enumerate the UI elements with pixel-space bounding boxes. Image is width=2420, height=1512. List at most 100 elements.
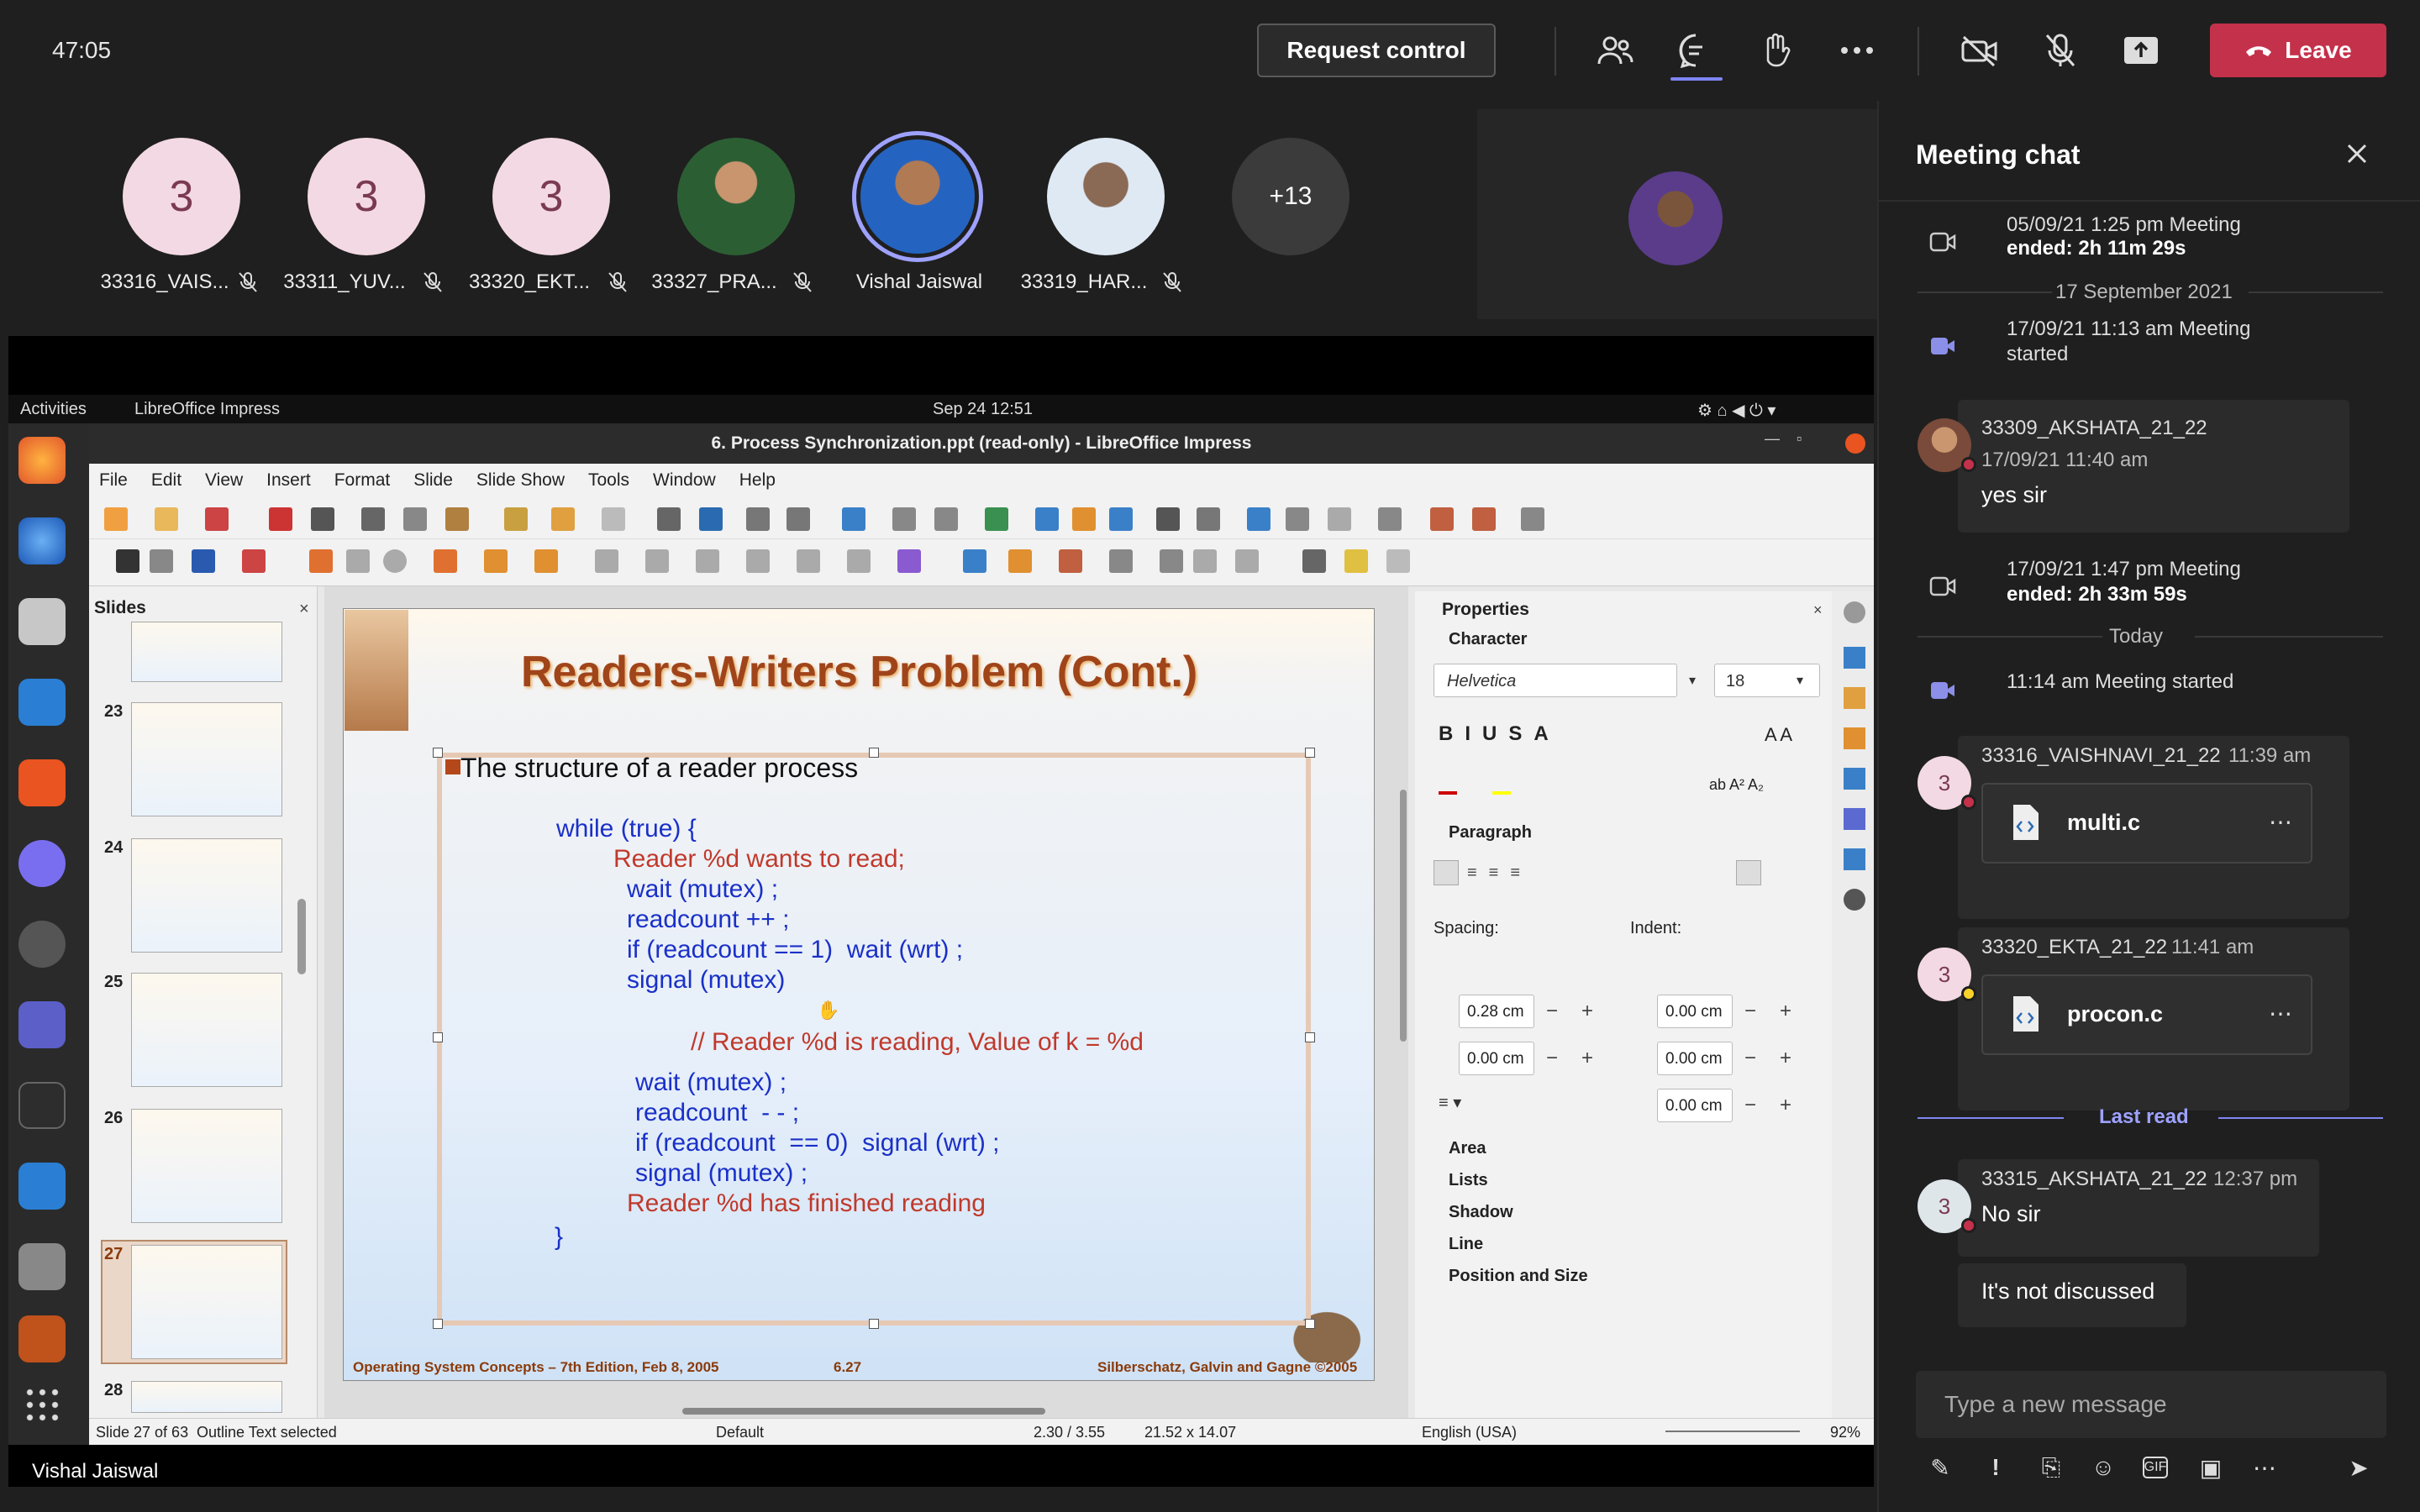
table-icon[interactable] [985, 507, 1008, 531]
selection-handle[interactable] [869, 1319, 879, 1329]
stepper-buttons[interactable]: −+ [1744, 1094, 1815, 1117]
display-views-icon[interactable] [786, 507, 810, 531]
curve-icon[interactable] [484, 549, 508, 573]
raise-hand-icon[interactable] [1754, 29, 1798, 72]
participant-avatar[interactable]: 3 [308, 138, 425, 255]
lists-section-title[interactable]: Lists [1449, 1171, 1488, 1190]
file-more-icon[interactable]: ⋯ [2269, 808, 2292, 836]
arrange-icon[interactable] [1059, 549, 1082, 573]
request-control-button[interactable]: Request control [1257, 24, 1496, 77]
format-icon[interactable]: ✎ [1926, 1453, 1954, 1482]
more-options-icon[interactable] [1835, 29, 1879, 72]
compose-input[interactable]: Type a new message [1916, 1371, 2386, 1438]
menu-tools[interactable]: Tools [588, 470, 629, 491]
find-replace-icon[interactable] [657, 507, 681, 531]
arrow-icon[interactable] [434, 549, 457, 573]
selection-handle[interactable] [433, 1319, 443, 1329]
slide-thumbnail[interactable] [131, 1381, 282, 1413]
chevron-down-icon[interactable]: ▾ [1797, 672, 1803, 689]
gallery-icon[interactable] [1844, 848, 1865, 870]
selection-handle[interactable] [1305, 748, 1315, 758]
points-icon[interactable] [1302, 549, 1326, 573]
horizontal-scrollbar[interactable] [682, 1408, 1045, 1415]
menu-window[interactable]: Window [653, 470, 716, 491]
crop-icon[interactable] [1193, 549, 1217, 573]
slide-thumbnail[interactable] [131, 702, 282, 816]
search-icon[interactable] [18, 1243, 66, 1290]
menu-view[interactable]: View [205, 470, 243, 491]
slide-thumbnail[interactable] [131, 1109, 282, 1223]
master-slide-icon[interactable] [842, 507, 865, 531]
align-top-icon[interactable] [1736, 860, 1761, 885]
grid-icon[interactable] [746, 507, 770, 531]
status-zoom[interactable]: 92% [1830, 1424, 1860, 1441]
line-icon[interactable] [309, 549, 333, 573]
chart-icon[interactable] [1109, 507, 1133, 531]
selection-handle[interactable] [869, 748, 879, 758]
select-icon[interactable] [116, 549, 139, 573]
writer-icon[interactable] [18, 679, 66, 726]
slide-thumbnail[interactable] [131, 973, 282, 1087]
close-pane-icon[interactable]: × [299, 600, 309, 619]
stepper-buttons[interactable]: −+ [1546, 1000, 1617, 1023]
teams-icon[interactable] [18, 1001, 66, 1048]
stepper-buttons[interactable]: −+ [1546, 1047, 1617, 1070]
more-participants-button[interactable]: +13 [1232, 138, 1349, 255]
position-size-section-title[interactable]: Position and Size [1449, 1267, 1588, 1286]
share-screen-icon[interactable] [2119, 29, 2163, 72]
align-icon[interactable] [1008, 549, 1032, 573]
settings-icon[interactable] [1844, 601, 1865, 623]
filter-icon[interactable] [1235, 549, 1259, 573]
slide-thumbnail-current[interactable] [131, 1245, 282, 1359]
stepper-buttons[interactable]: −+ [1744, 1000, 1815, 1023]
terminal-icon[interactable] [18, 1082, 66, 1129]
people-icon[interactable] [1593, 29, 1637, 72]
slide-transition-icon[interactable] [1844, 687, 1865, 709]
distribute-icon[interactable] [1109, 549, 1133, 573]
spacing-icons[interactable]: ab A² A₂ [1709, 776, 1764, 794]
status-layout[interactable]: Default [716, 1424, 764, 1441]
hyperlink-icon[interactable] [1286, 507, 1309, 531]
redo-icon[interactable] [602, 507, 625, 531]
network-icon[interactable] [18, 840, 66, 887]
app-store-icon[interactable] [18, 921, 66, 968]
line-spacing-icon[interactable]: ≡ ▾ [1439, 1092, 1461, 1113]
menu-edit[interactable]: Edit [151, 470, 182, 491]
draw-functions-icon[interactable] [1328, 507, 1351, 531]
highlight-color-icon[interactable] [1492, 776, 1511, 795]
connector-icon[interactable] [534, 549, 558, 573]
character-section-title[interactable]: Character [1449, 630, 1527, 649]
close-icon[interactable] [2344, 141, 2370, 166]
zoom-slider[interactable] [1665, 1431, 1800, 1432]
text-editor-icon[interactable] [18, 1163, 66, 1210]
status-language[interactable]: English (USA) [1422, 1424, 1517, 1441]
more-actions-icon[interactable]: ⋯ [2250, 1453, 2279, 1482]
important-icon[interactable]: ! [1981, 1453, 2010, 1482]
participant-avatar[interactable]: 3 [492, 138, 610, 255]
activities-label[interactable]: Activities [20, 400, 87, 419]
glue-points-icon[interactable] [1344, 549, 1368, 573]
close-window-icon[interactable] [1845, 433, 1865, 454]
3d-objects-icon[interactable] [897, 549, 921, 573]
rotate-icon[interactable] [963, 549, 986, 573]
camera-off-icon[interactable] [1958, 29, 2002, 72]
styles-icon[interactable] [1844, 808, 1865, 830]
shadow-icon[interactable] [1160, 549, 1183, 573]
send-icon[interactable]: ➤ [2344, 1453, 2373, 1482]
new-icon[interactable] [104, 507, 128, 531]
special-char-icon[interactable] [1197, 507, 1220, 531]
transition-icon[interactable] [1430, 507, 1454, 531]
menu-format[interactable]: Format [334, 470, 391, 491]
toggle-extrusion-icon[interactable] [1386, 549, 1410, 573]
chevron-down-icon[interactable]: ▾ [1689, 672, 1696, 689]
file-more-icon[interactable]: ⋯ [2269, 1000, 2292, 1027]
participant-photo[interactable] [677, 138, 795, 255]
ubuntu-clock[interactable]: Sep 24 12:51 [933, 400, 1033, 419]
paste-icon[interactable] [445, 507, 469, 531]
basic-shapes-icon[interactable] [595, 549, 618, 573]
cut-icon[interactable] [361, 507, 385, 531]
media-icon[interactable] [1072, 507, 1096, 531]
flowchart-icon[interactable] [746, 549, 770, 573]
system-tray-icons[interactable]: ⚙ ⌂ ◀ ⏻ ▾ [1697, 400, 1776, 421]
print-icon[interactable] [311, 507, 334, 531]
